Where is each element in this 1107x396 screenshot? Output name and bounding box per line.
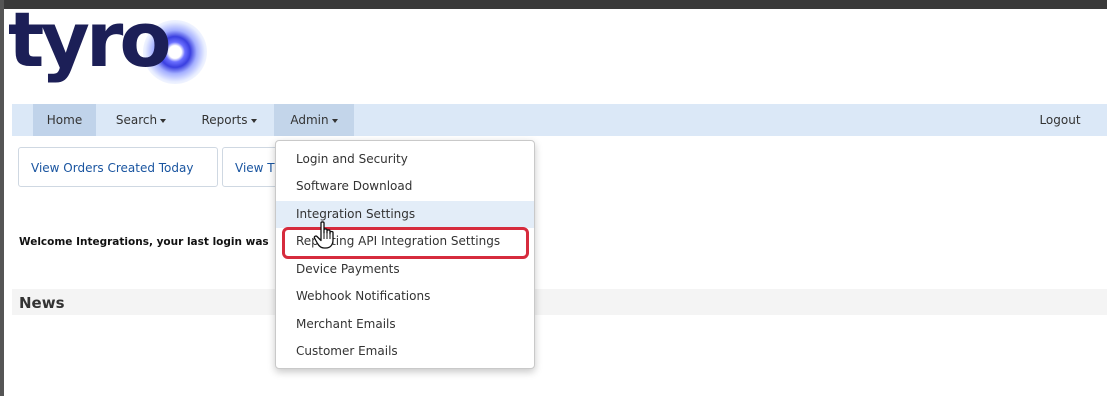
nav-search-label: Search: [115, 113, 158, 127]
news-header-bar: [12, 289, 1107, 315]
menu-item-merchant-emails[interactable]: Merchant Emails: [276, 311, 534, 338]
tyro-logo[interactable]: tyro: [8, 2, 208, 103]
caret-down-icon: [250, 118, 257, 123]
nav-home-label: Home: [46, 113, 83, 127]
nav-reports[interactable]: Reports: [196, 104, 262, 136]
nav-home[interactable]: Home: [33, 104, 96, 136]
menu-item-device-payments[interactable]: Device Payments: [276, 256, 534, 283]
view-orders-today-button[interactable]: View Orders Created Today: [18, 147, 218, 187]
menu-item-software-download[interactable]: Software Download: [276, 173, 534, 200]
menu-item-customer-emails[interactable]: Customer Emails: [276, 338, 534, 365]
nav-search[interactable]: Search: [110, 104, 172, 136]
view-t-button[interactable]: View T: [222, 147, 282, 187]
nav-reports-label: Reports: [201, 113, 248, 127]
main-navbar: Home Search Reports Admin Logout: [12, 104, 1107, 136]
menu-item-login-security[interactable]: Login and Security: [276, 146, 534, 173]
menu-item-webhook-notifications[interactable]: Webhook Notifications: [276, 283, 534, 310]
window-left-border: [0, 0, 4, 396]
news-title: News: [19, 294, 65, 312]
logout-link[interactable]: Logout: [1030, 104, 1090, 136]
nav-admin[interactable]: Admin: [274, 104, 354, 136]
hand-pointer-icon: [313, 221, 334, 249]
logo-text: tyro: [8, 0, 172, 84]
welcome-message: Welcome Integrations, your last login wa…: [19, 236, 269, 248]
caret-down-icon: [331, 118, 338, 123]
nav-admin-label: Admin: [290, 113, 329, 127]
caret-down-icon: [160, 118, 167, 123]
